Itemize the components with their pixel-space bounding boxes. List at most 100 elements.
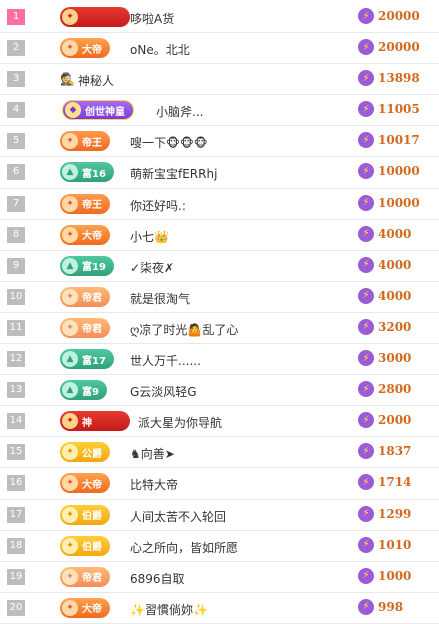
ranking-row[interactable]: 8 ✦ 大帝 小七👑 ⚡ 4000 [0, 220, 439, 251]
ranking-row[interactable]: 16 ✦ 大帝 比特大帝 ⚡ 1714 [0, 468, 439, 500]
score-value: 10000 [378, 164, 420, 179]
ranking-row[interactable]: 5 ✦ 帝王 嗖一下🐵🐵🐵 ⚡ 10017 [0, 126, 439, 158]
score-value: 11005 [378, 102, 420, 117]
ranking-row[interactable]: 4 ◆ 创世神皇 小脑斧... ⚡ 11005 [0, 95, 439, 127]
user-name[interactable]: ✓柒夜✗ [130, 259, 174, 276]
lightning-icon: ⚡ [358, 474, 374, 491]
badge-emblem-icon: ▲ [62, 257, 78, 274]
ranking-row[interactable]: 19 ✦ 帝君 6896自取 ⚡ 1000 [0, 562, 439, 593]
badge-label: 大帝 [82, 604, 102, 616]
lightning-icon: ⚡ [358, 70, 374, 87]
user-name[interactable]: 神秘人 [78, 72, 114, 89]
badge-emblem-icon: ✦ [62, 506, 78, 523]
ranking-row[interactable]: 17 ✦ 伯爵 人间太苦不入轮回 ⚡ 1299 [0, 500, 439, 531]
ranking-row[interactable]: 9 ▲ 富19 ✓柒夜✗ ⚡ 4000 [0, 251, 439, 282]
score-value: 20000 [378, 9, 420, 23]
user-name[interactable]: 6896自取 [130, 570, 185, 587]
level-badge: ✦ 帝君 [60, 317, 110, 338]
ranking-row[interactable]: 20 ✦ 大帝 ✨習慣倘妳✨ ⚡ 998 [0, 593, 439, 624]
badge-emblem-icon: ✦ [62, 40, 78, 57]
ranking-row[interactable]: 18 ✦ 伯爵 心之所向，皆如所愿 ⚡ 1010 [0, 531, 439, 562]
user-name[interactable]: 小脑斧... [156, 103, 203, 120]
level-badge: ✦ 帝君 [60, 566, 110, 587]
user-name[interactable]: 心之所向，皆如所愿 [130, 539, 238, 556]
score-value: 20000 [378, 40, 420, 55]
user-name[interactable]: G云淡风轻G [130, 383, 197, 400]
lightning-icon: ⚡ [358, 194, 374, 211]
level-badge: ✦ 帝君 [60, 286, 110, 307]
level-badge: ✦ 帝王 [60, 193, 110, 214]
badge-label: 大帝 [82, 479, 102, 491]
score: ⚡ 1010 [358, 536, 411, 553]
user-name[interactable]: 人间太苦不入轮回 [130, 508, 226, 525]
user-name[interactable]: 世人万千...... [130, 352, 201, 369]
user-name[interactable]: oNe。北北 [130, 41, 190, 58]
rank-number: 18 [7, 537, 25, 554]
score-value: 4000 [378, 226, 412, 241]
rank-number: 1 [7, 9, 25, 25]
user-name[interactable]: ♞向善➤ [130, 445, 175, 462]
rank-number: 19 [7, 568, 25, 585]
ranking-row[interactable]: 10 ✦ 帝君 就是很淘气 ⚡ 4000 [0, 282, 439, 313]
ranking-row[interactable]: 3 🕵 神秘人 ⚡ 13898 [0, 64, 439, 96]
rank-number: 2 [7, 40, 25, 57]
lightning-icon: ⚡ [358, 443, 374, 460]
user-name[interactable]: 嗖一下🐵🐵🐵 [130, 134, 208, 151]
badge-label: 帝王 [82, 137, 102, 149]
ranking-row[interactable]: 12 ▲ 富17 世人万千...... ⚡ 3000 [0, 344, 439, 376]
user-name[interactable]: 你还好吗.: [130, 197, 186, 214]
lightning-icon: ⚡ [358, 132, 374, 149]
ranking-row[interactable]: 7 ✦ 帝王 你还好吗.: ⚡ 10000 [0, 189, 439, 220]
score: ⚡ 10017 [358, 132, 420, 149]
score: ⚡ 2000 [358, 412, 412, 429]
user-name[interactable]: 派大星为你导航 [138, 414, 222, 431]
badge-emblem-icon: ✦ [62, 599, 78, 616]
badge-label: 大帝 [82, 231, 102, 243]
score-value: 2000 [378, 413, 412, 428]
ranking-row[interactable]: 14 ✦ 神派大星为你导航 ⚡ 2000 [0, 406, 439, 438]
rank-number: 20 [7, 599, 25, 616]
badge-label: 富16 [82, 168, 106, 180]
ranking-row[interactable]: 15 ✦ 公爵 ♞向善➤ ⚡ 1837 [0, 437, 439, 469]
score-value: 13898 [378, 71, 420, 86]
ranking-row[interactable]: 2 ✦ 大帝 oNe。北北 ⚡ 20000 [0, 33, 439, 65]
ranking-row[interactable]: 13 ▲ 富9 G云淡风轻G ⚡ 2800 [0, 375, 439, 407]
ranking-row[interactable]: 6 ▲ 富16 萌新宝宝fERRhj ⚡ 10000 [0, 157, 439, 189]
badge-emblem-icon: ✦ [62, 319, 78, 336]
level-badge: ✦ 大帝 [60, 38, 110, 59]
level-badge: ✦ 大帝 [60, 473, 110, 494]
score: ⚡ 2800 [358, 381, 411, 398]
score: ⚡ 20000 [358, 39, 420, 56]
badge-label: 帝君 [82, 324, 102, 336]
level-badge: ✦ [60, 7, 130, 27]
level-badge: ◆ 创世神皇 [62, 100, 134, 121]
lightning-icon: ⚡ [358, 39, 374, 56]
user-name[interactable]: 哆啦A货 [130, 10, 174, 27]
rank-number: 11 [7, 319, 25, 336]
score-value: 10017 [378, 133, 420, 148]
score-value: 3000 [378, 351, 412, 366]
badge-label: 帝王 [82, 200, 102, 212]
user-name[interactable]: 就是很淘气 [130, 290, 190, 307]
rank-number: 14 [7, 413, 25, 430]
rank-number: 4 [7, 102, 25, 119]
ranking-row[interactable]: 11 ✦ 帝君 ღ凉了时光🤷乱了心 ⚡ 3200 [0, 313, 439, 345]
score-value: 3200 [378, 319, 412, 334]
score: ⚡ 11005 [358, 101, 420, 118]
score-value: 1714 [378, 475, 412, 490]
user-name[interactable]: ✨習慣倘妳✨ [130, 601, 208, 618]
user-name[interactable]: 萌新宝宝fERRhj [130, 165, 217, 182]
score-value: 1837 [378, 444, 412, 459]
user-name[interactable]: 小七👑 [130, 228, 169, 245]
user-name[interactable]: ღ凉了时光🤷乱了心 [130, 321, 238, 338]
level-badge: ▲ 富16 [60, 162, 114, 183]
ranking-row[interactable]: 1 ✦ 哆啦A货 ⚡ 20000 [0, 2, 439, 34]
score: ⚡ 1000 [358, 567, 411, 584]
level-badge: ✦ 伯爵 [60, 504, 110, 525]
user-name[interactable]: 比特大帝 [130, 476, 178, 493]
score: ⚡ 10000 [358, 163, 420, 180]
lightning-icon: ⚡ [358, 505, 374, 522]
score: ⚡ 1837 [358, 443, 412, 460]
score: ⚡ 1714 [358, 474, 412, 491]
badge-label: 公爵 [82, 448, 102, 460]
